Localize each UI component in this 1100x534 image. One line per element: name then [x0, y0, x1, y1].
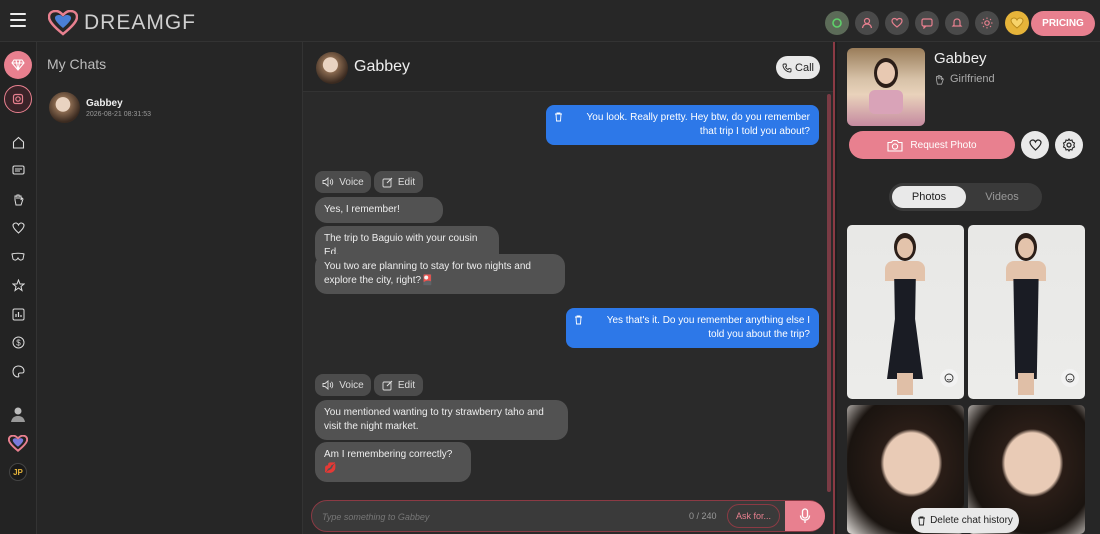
gear-icon[interactable]	[4, 85, 32, 113]
home-icon[interactable]	[4, 128, 32, 156]
outgoing-message: You look. Really pretty. Hey btw, do you…	[546, 105, 819, 145]
profile-face	[877, 62, 895, 84]
language-badge[interactable]: JP	[4, 458, 32, 486]
heart-icon[interactable]	[885, 11, 909, 35]
left-nav: $ JP	[0, 42, 37, 534]
heart-logo[interactable]	[4, 429, 32, 457]
message-text: You look. Really pretty. Hey btw, do you…	[586, 112, 810, 137]
gear-icon	[1062, 138, 1076, 152]
heart-icon[interactable]	[4, 214, 32, 242]
profile-top	[869, 90, 903, 114]
speaker-icon	[322, 177, 334, 187]
mic-button[interactable]	[785, 501, 825, 531]
role-label: Girlfriend	[950, 73, 995, 85]
profile-image[interactable]	[847, 48, 925, 126]
pricing-button[interactable]: PRICING	[1031, 11, 1095, 36]
delete-chat-history-button[interactable]: Delete chat history	[911, 508, 1019, 533]
outgoing-message: Yes that's it. Do you remember anything …	[566, 308, 819, 348]
dollar-icon[interactable]: $	[4, 328, 32, 356]
voice-button[interactable]: Voice	[315, 374, 371, 396]
phone-icon	[782, 63, 792, 72]
chat-timestamp: 2026-08-21 08:31:53	[86, 110, 151, 118]
gallery-photo[interactable]	[968, 225, 1085, 399]
edit-button[interactable]: Edit	[374, 171, 423, 193]
delete-chat-label: Delete chat history	[930, 515, 1013, 526]
profile-panel: Gabbey Girlfriend Request Photo Photos V…	[837, 42, 1100, 534]
menu-icon[interactable]	[10, 13, 26, 27]
edit-icon	[382, 380, 393, 390]
message-input[interactable]	[322, 507, 672, 527]
edit-icon	[382, 177, 393, 187]
chat-icon[interactable]	[915, 11, 939, 35]
voice-label: Voice	[339, 379, 364, 391]
bell-icon[interactable]	[945, 11, 969, 35]
palette-icon[interactable]	[4, 357, 32, 385]
top-bar: DREAMGF PRICING	[0, 0, 1100, 42]
microphone-icon	[799, 508, 811, 523]
mask-icon[interactable]	[4, 243, 32, 271]
profile-name: Gabbey	[934, 50, 987, 67]
chat-list-panel: My Chats Gabbey 2026-08-21 08:31:53	[37, 42, 303, 534]
photo-figure	[877, 233, 933, 395]
hand-icon[interactable]	[4, 185, 32, 213]
request-photo-button[interactable]: Request Photo	[849, 131, 1015, 159]
trash-icon	[918, 516, 926, 525]
logo-text: DREAMGF	[84, 11, 196, 34]
hand-icon	[936, 74, 944, 85]
profile-role: Girlfriend	[934, 73, 995, 85]
stats-icon[interactable]	[4, 300, 32, 328]
speaker-icon	[322, 380, 334, 390]
incoming-message: You mentioned wanting to try strawberry …	[315, 400, 568, 440]
conversation-panel: Gabbey Call You look. Really pretty. Hey…	[303, 42, 835, 534]
conversation-header: Gabbey Call	[303, 42, 833, 92]
voice-label: Voice	[339, 176, 364, 188]
logo[interactable]: DREAMGF	[48, 10, 196, 36]
chat-list-item[interactable]: Gabbey 2026-08-21 08:31:53	[49, 92, 151, 123]
conversation-title: Gabbey	[354, 58, 411, 75]
diamond-icon[interactable]	[4, 51, 32, 79]
sun-icon[interactable]	[975, 11, 999, 35]
settings-button[interactable]	[1055, 131, 1083, 159]
chat-list-title: My Chats	[47, 56, 107, 72]
chat-icon[interactable]	[4, 156, 32, 184]
ask-for-button[interactable]: Ask for...	[727, 504, 780, 528]
gallery-photo[interactable]	[847, 225, 964, 399]
avatar	[49, 92, 80, 123]
heart-icon	[1028, 139, 1042, 151]
avatar[interactable]	[316, 52, 348, 84]
scrollbar[interactable]	[827, 94, 831, 492]
smiley-icon[interactable]	[1061, 369, 1079, 387]
edit-label: Edit	[397, 176, 416, 188]
favorite-button[interactable]	[1021, 131, 1049, 159]
star-icon[interactable]	[4, 271, 32, 299]
photo-figure	[998, 233, 1054, 395]
edit-label: Edit	[397, 379, 416, 391]
incoming-message: Am I remembering correctly?💋	[315, 442, 471, 482]
smiley-icon[interactable]	[940, 369, 958, 387]
heart-logo-icon	[48, 10, 78, 36]
chat-name: Gabbey	[86, 97, 123, 109]
delete-message-icon[interactable]	[554, 112, 563, 127]
refresh-icon[interactable]	[825, 11, 849, 35]
call-button[interactable]: Call	[776, 56, 820, 79]
request-photo-label: Request Photo	[910, 139, 977, 151]
char-counter: 0 / 240	[689, 511, 717, 521]
voice-button[interactable]: Voice	[315, 171, 371, 193]
camera-icon	[887, 139, 903, 152]
incoming-message: Yes, I remember!	[315, 197, 443, 223]
user-icon[interactable]	[855, 11, 879, 35]
svg-text:$: $	[16, 338, 21, 347]
message-text: Yes that's it. Do you remember anything …	[606, 315, 810, 340]
user-avatar[interactable]	[4, 400, 32, 428]
call-label: Call	[795, 61, 814, 74]
edit-button[interactable]: Edit	[374, 374, 423, 396]
message-composer: 0 / 240 Ask for...	[311, 500, 825, 532]
delete-message-icon[interactable]	[574, 315, 583, 330]
coin-icon[interactable]	[1005, 11, 1029, 35]
tab-photos[interactable]: Photos	[892, 186, 966, 208]
media-tabs: Photos Videos	[889, 183, 1042, 211]
tab-videos[interactable]: Videos	[965, 186, 1039, 208]
incoming-message: You two are planning to stay for two nig…	[315, 254, 565, 294]
